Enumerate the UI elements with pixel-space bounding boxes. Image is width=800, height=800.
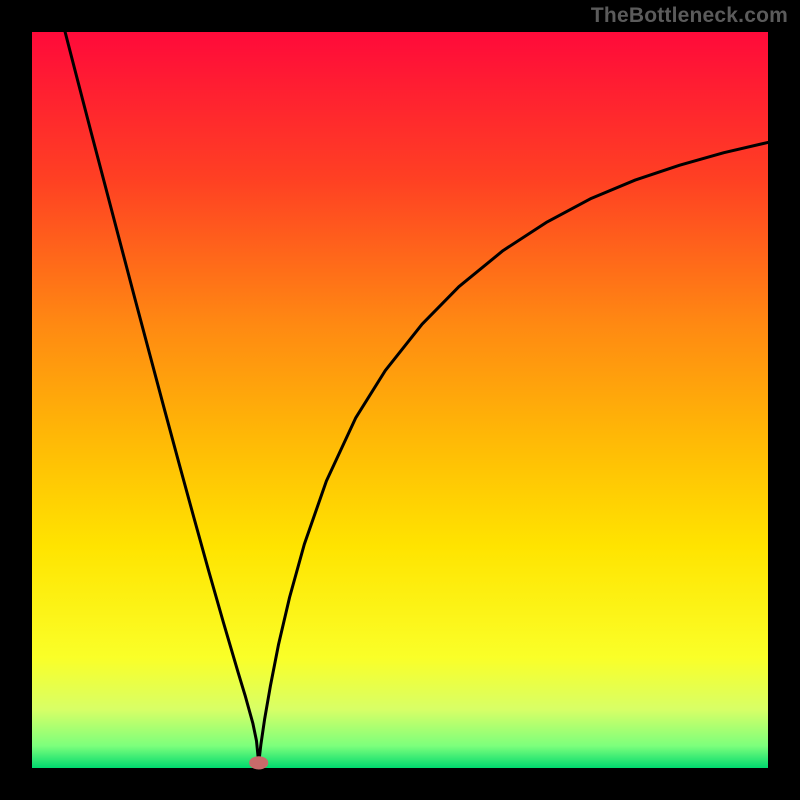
optimal-point-marker — [249, 756, 268, 769]
chart-container: TheBottleneck.com — [0, 0, 800, 800]
plot-background — [32, 32, 768, 768]
bottleneck-chart — [0, 0, 800, 800]
watermark-text: TheBottleneck.com — [591, 4, 788, 28]
